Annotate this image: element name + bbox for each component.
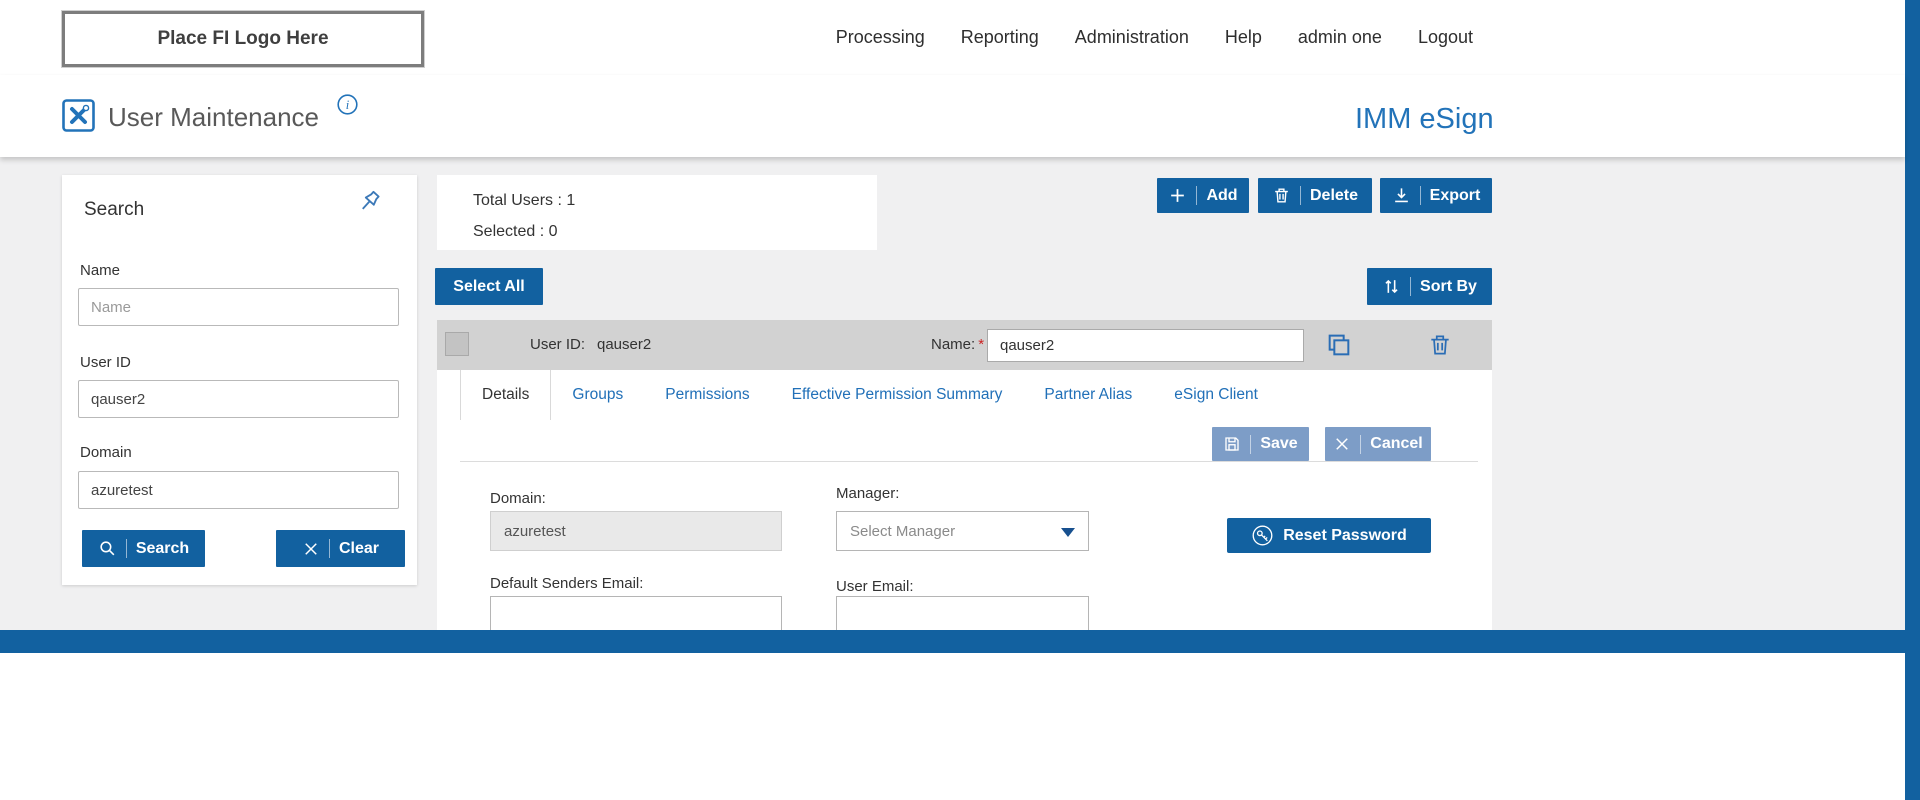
row-user-id-value: qauser2 [597, 336, 651, 353]
page-title: User Maintenance [108, 102, 319, 133]
search-domain-input[interactable] [78, 471, 399, 509]
user-detail-panel: Details Groups Permissions Effective Per… [437, 370, 1492, 630]
tab-details[interactable]: Details [460, 370, 551, 420]
user-id-label: User ID [80, 354, 131, 371]
summary-box: Total Users : 1 Selected : 0 [437, 175, 877, 250]
row-user-id-label: User ID: [530, 336, 585, 353]
clear-x-icon [302, 540, 320, 558]
info-icon[interactable]: i [337, 94, 358, 115]
user-row: User ID: qauser2 Name:* [437, 320, 1492, 370]
delete-button-label: Delete [1310, 187, 1358, 205]
nav-reporting[interactable]: Reporting [961, 27, 1039, 48]
cancel-button-label: Cancel [1370, 435, 1422, 453]
tab-esign-client[interactable]: eSign Client [1153, 370, 1279, 420]
search-icon [98, 539, 117, 558]
select-all-button[interactable]: Select All [435, 268, 543, 305]
user-email-label: User Email: [836, 578, 914, 595]
form-domain-label: Domain: [490, 490, 546, 507]
add-button[interactable]: Add [1157, 178, 1249, 213]
required-asterisk: * [978, 336, 984, 353]
tab-groups[interactable]: Groups [551, 370, 644, 420]
manager-select[interactable]: Select Manager [836, 511, 1089, 551]
export-button-label: Export [1430, 187, 1481, 205]
row-checkbox[interactable] [445, 332, 469, 356]
product-name: IMM eSign [1355, 103, 1494, 136]
export-button[interactable]: Export [1380, 178, 1492, 213]
search-button-label: Search [136, 540, 189, 558]
default-senders-email-label: Default Senders Email: [490, 575, 643, 592]
fi-logo-text: Place FI Logo Here [157, 28, 328, 50]
form-domain-input [490, 511, 782, 551]
search-button[interactable]: Search [82, 530, 205, 567]
tab-partner-alias[interactable]: Partner Alias [1023, 370, 1153, 420]
svg-text:i: i [346, 98, 350, 112]
select-all-label: Select All [453, 278, 524, 296]
sort-by-label: Sort By [1420, 278, 1477, 296]
key-icon [1251, 524, 1274, 547]
clear-button-label: Clear [339, 540, 379, 558]
form-divider [460, 461, 1478, 462]
button-divider [329, 539, 330, 558]
delete-user-icon[interactable] [1427, 331, 1453, 359]
button-divider [1420, 186, 1421, 205]
delete-button[interactable]: Delete [1258, 178, 1372, 213]
domain-label: Domain [80, 444, 132, 461]
button-divider [1300, 186, 1301, 205]
button-divider [1196, 186, 1197, 205]
save-floppy-icon [1223, 435, 1241, 453]
search-panel: Search Name User ID Domain Search [62, 175, 417, 585]
pin-icon[interactable] [355, 188, 383, 216]
clear-button[interactable]: Clear [276, 530, 405, 567]
cancel-button[interactable]: Cancel [1325, 427, 1431, 461]
tab-effective-permission-summary[interactable]: Effective Permission Summary [771, 370, 1024, 420]
row-name-input[interactable] [987, 329, 1304, 362]
fi-logo-placeholder: Place FI Logo Here [62, 11, 424, 67]
chevron-down-icon [1061, 528, 1075, 537]
sort-by-button[interactable]: Sort By [1367, 268, 1492, 305]
sort-arrows-icon [1382, 277, 1401, 296]
plus-icon [1168, 186, 1187, 205]
detail-tabs: Details Groups Permissions Effective Per… [437, 370, 1279, 420]
search-panel-title: Search [84, 199, 144, 221]
button-divider [1360, 435, 1361, 454]
user-email-input[interactable] [836, 596, 1089, 630]
tab-permissions[interactable]: Permissions [644, 370, 770, 420]
download-icon [1392, 186, 1411, 205]
right-scrollbar[interactable] [1905, 0, 1920, 800]
row-name-label: Name:* [931, 336, 984, 353]
selected-count-text: Selected : 0 [473, 216, 877, 247]
top-nav: Processing Reporting Administration Help… [836, 0, 1473, 75]
button-divider [126, 539, 127, 558]
button-divider [1250, 435, 1251, 454]
nav-help[interactable]: Help [1225, 27, 1262, 48]
nav-processing[interactable]: Processing [836, 27, 925, 48]
copy-user-icon[interactable] [1325, 331, 1353, 359]
total-users-text: Total Users : 1 [473, 185, 877, 216]
nav-administration[interactable]: Administration [1075, 27, 1189, 48]
row-name-label-text: Name: [931, 336, 975, 353]
nav-logout[interactable]: Logout [1418, 27, 1473, 48]
default-senders-email-input[interactable] [490, 596, 782, 630]
search-user-id-input[interactable] [78, 380, 399, 418]
nav-user-menu[interactable]: admin one [1298, 27, 1382, 48]
add-button-label: Add [1206, 187, 1237, 205]
button-divider [1410, 277, 1411, 296]
manager-label: Manager: [836, 485, 899, 502]
save-button[interactable]: Save [1212, 427, 1309, 461]
manager-selected-value: Select Manager [850, 523, 955, 540]
footer-bar [0, 630, 1905, 653]
name-label: Name [80, 262, 120, 279]
cancel-x-icon [1333, 435, 1351, 453]
trash-icon [1272, 186, 1291, 205]
top-header: Place FI Logo Here Processing Reporting … [0, 0, 1905, 75]
title-bar: User Maintenance i IMM eSign [0, 75, 1905, 157]
user-maintenance-icon [62, 99, 95, 132]
search-name-input[interactable] [78, 288, 399, 326]
save-button-label: Save [1260, 435, 1297, 453]
reset-password-button[interactable]: Reset Password [1227, 518, 1431, 553]
reset-password-label: Reset Password [1283, 527, 1407, 545]
